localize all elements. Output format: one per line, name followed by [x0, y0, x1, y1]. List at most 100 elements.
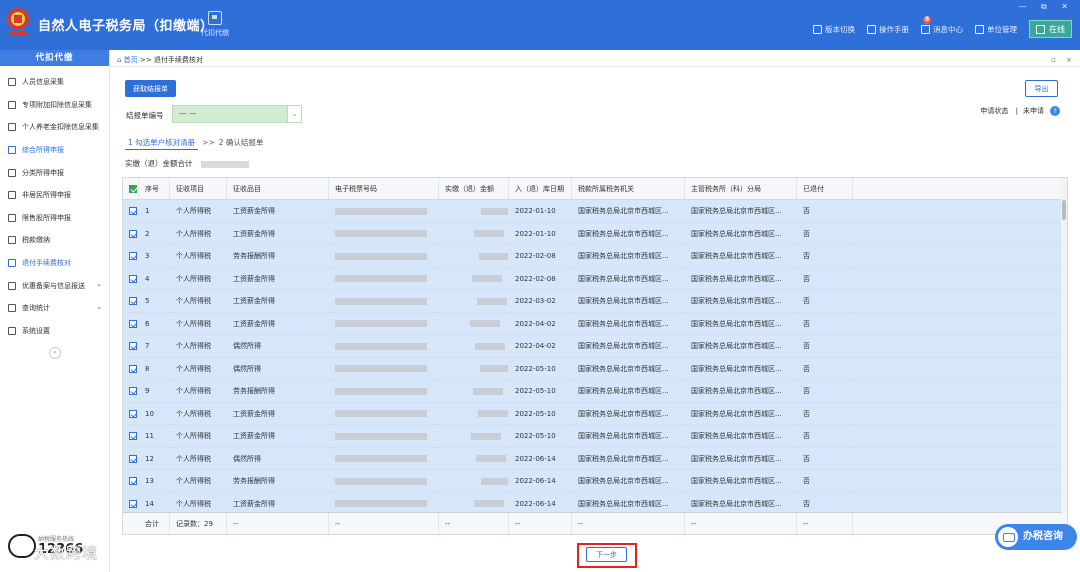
table-row[interactable]: 13 个人所得税 劳务报酬所得 2022-06-14 国家税务总局北京市西城区... 国家… — [123, 470, 1067, 493]
step-1-tab[interactable]: 1 勾选单户核对清册 — [125, 138, 199, 150]
paid-amount — [439, 222, 509, 244]
row-checkbox[interactable] — [129, 319, 137, 328]
footer-dash: -- — [797, 513, 853, 534]
online-status-button[interactable]: 在线 — [1029, 20, 1072, 38]
tax-ticket-number — [329, 290, 439, 312]
help-icon[interactable]: ? — [1050, 106, 1060, 116]
row-checkbox[interactable] — [129, 207, 137, 215]
row-checkbox[interactable] — [129, 409, 137, 418]
get-report-button[interactable]: 获取结报单 — [125, 80, 176, 97]
export-button[interactable]: 导出 — [1025, 80, 1058, 97]
row-checkbox[interactable] — [129, 274, 137, 283]
row-checkbox[interactable] — [129, 297, 137, 305]
window-controls[interactable]: — ⧉ ✕ — [1018, 2, 1074, 12]
sidebar-item-query-stats[interactable]: 查询统计 ⌄ — [0, 297, 109, 320]
select-all-checkbox[interactable] — [129, 185, 137, 193]
row-checkbox-cell[interactable] — [123, 357, 139, 379]
row-checkbox-cell[interactable] — [123, 267, 139, 289]
row-checkbox-cell[interactable] — [123, 470, 139, 492]
branch-office: 国家税务总局北京市西城区... — [685, 425, 797, 447]
row-checkbox-cell[interactable] — [123, 425, 139, 447]
table-row[interactable]: 10 个人所得税 工资薪金所得 2022-05-10 国家税务总局北京市西城区... 国家… — [123, 402, 1067, 425]
select-all-cell[interactable] — [123, 178, 139, 199]
sidebar-item-preferential-filing[interactable]: 优惠备案与信息报送 ⌄ — [0, 274, 109, 297]
manual-icon — [867, 24, 876, 34]
row-checkbox[interactable] — [129, 364, 137, 373]
column-header: 已退付 — [797, 178, 853, 199]
table-row[interactable]: 1 个人所得税 工资薪金所得 2022-01-10 国家税务总局北京市西城区... 国家税… — [123, 200, 1067, 223]
breadcrumb-home[interactable]: 首页 — [124, 56, 138, 64]
row-checkbox-cell[interactable] — [123, 290, 139, 312]
row-checkbox-cell[interactable] — [123, 492, 139, 514]
panel-controls[interactable]: ▫ × — [1051, 53, 1076, 67]
row-checkbox[interactable] — [129, 432, 137, 440]
sidebar-item-fee-refund[interactable]: 退付手续费核对 — [0, 252, 109, 275]
row-checkbox[interactable] — [129, 342, 137, 350]
batch-number-select[interactable]: — — ⌄ — [172, 105, 302, 123]
table-row[interactable]: 2 个人所得税 工资薪金所得 2022-01-10 国家税务总局北京市西城区... 国家税… — [123, 222, 1067, 245]
version-switch-button[interactable]: 版本切换 — [813, 24, 855, 35]
row-checkbox[interactable] — [129, 387, 137, 395]
paid-amount — [439, 470, 509, 492]
sidebar-collapse-button[interactable]: « — [49, 347, 61, 359]
row-checkbox-cell[interactable] — [123, 380, 139, 402]
row-index: 14 — [139, 492, 170, 514]
sidebar-item-special-deduction[interactable]: 专项附加扣除信息采集 — [0, 94, 109, 117]
vertical-scrollbar[interactable] — [1061, 178, 1067, 514]
table-row[interactable]: 9 个人所得税 劳务报酬所得 2022-05-10 国家税务总局北京市西城区... 国家税… — [123, 380, 1067, 403]
home-icon[interactable]: ⌂ — [117, 56, 124, 64]
branch-office: 国家税务总局北京市西城区... — [685, 267, 797, 289]
step-2-tab[interactable]: 2 确认结报单 — [219, 138, 264, 147]
table-row[interactable]: 5 个人所得税 工资薪金所得 2022-03-02 国家税务总局北京市西城区... 国家税… — [123, 290, 1067, 313]
table-row[interactable]: 7 个人所得税 偶然所得 2022-04-02 国家税务总局北京市西城区... 国家税务总… — [123, 335, 1067, 358]
row-checkbox-cell[interactable] — [123, 447, 139, 469]
table-row[interactable]: 11 个人所得税 工资薪金所得 2022-05-10 国家税务总局北京市西城区... 国家… — [123, 425, 1067, 448]
levy-category: 偶然所得 — [227, 335, 329, 357]
org-icon — [975, 24, 984, 34]
row-checkbox-cell[interactable] — [123, 245, 139, 267]
table-row[interactable]: 4 个人所得税 工资薪金所得 2022-02-08 国家税务总局北京市西城区... 国家税… — [123, 267, 1067, 290]
sidebar-item-pension-deduction[interactable]: 个人养老金扣除信息采集 — [0, 116, 109, 139]
message-center-button[interactable]: 8 消息中心 — [921, 15, 963, 35]
sidebar-item-nonresident[interactable]: 非居民所得申报 — [0, 184, 109, 207]
monitor-icon — [1036, 24, 1045, 34]
branch-office: 国家税务总局北京市西城区... — [685, 447, 797, 469]
tax-ticket-number — [329, 267, 439, 289]
row-checkbox[interactable] — [129, 252, 137, 260]
sidebar-item-restricted-stock[interactable]: 限售股所得申报 — [0, 207, 109, 230]
sidebar-item-tax-payment[interactable]: 税款缴纳 — [0, 229, 109, 252]
sidebar-item-settings[interactable]: 系统设置 — [0, 320, 109, 343]
row-spacer — [853, 200, 1067, 222]
sidebar-item-comprehensive-income[interactable]: 综合所得申报 — [0, 139, 109, 162]
row-checkbox-cell[interactable] — [123, 200, 139, 222]
table-row[interactable]: 12 个人所得税 偶然所得 2022-06-14 国家税务总局北京市西城区... 国家税务… — [123, 447, 1067, 470]
sidebar-item-personnel[interactable]: 人员信息采集 — [0, 71, 109, 94]
row-checkbox[interactable] — [129, 229, 137, 238]
levy-category: 工资薪金所得 — [227, 312, 329, 334]
scrollbar-thumb[interactable] — [1062, 200, 1066, 220]
redacted-ticket-number — [335, 432, 427, 440]
watermark-text: 大数跨境 — [34, 544, 99, 562]
tax-consult-button[interactable]: 办税咨询 — [995, 524, 1077, 550]
sidebar-item-classified-income[interactable]: 分类所得申报 — [0, 161, 109, 184]
row-checkbox[interactable] — [129, 454, 137, 463]
row-checkbox-cell[interactable] — [123, 312, 139, 334]
row-checkbox[interactable] — [129, 477, 137, 485]
row-checkbox[interactable] — [129, 499, 137, 508]
settings-icon — [8, 326, 16, 335]
redacted-ticket-number — [335, 365, 427, 372]
row-checkbox-cell[interactable] — [123, 335, 139, 357]
manual-button[interactable]: 操作手册 — [867, 24, 909, 35]
row-checkbox-cell[interactable] — [123, 222, 139, 244]
row-checkbox-cell[interactable] — [123, 402, 139, 424]
table-row[interactable]: 3 个人所得税 劳务报酬所得 2022-02-08 国家税务总局北京市西城区... 国家税… — [123, 245, 1067, 268]
table-row[interactable]: 6 个人所得税 工资薪金所得 2022-04-02 国家税务总局北京市西城区... 国家税… — [123, 312, 1067, 335]
branch-office: 国家税务总局北京市西城区... — [685, 290, 797, 312]
next-step-highlight — [577, 543, 637, 568]
org-management-button[interactable]: 单位管理 — [975, 24, 1017, 35]
row-index: 3 — [139, 245, 170, 267]
row-index: 5 — [139, 290, 170, 312]
row-spacer — [853, 357, 1067, 379]
table-row[interactable]: 8 个人所得税 偶然所得 2022-05-10 国家税务总局北京市西城区... 国家税务总… — [123, 357, 1067, 380]
proxy-withholding-tab[interactable]: 代扣代缴 — [198, 11, 232, 38]
